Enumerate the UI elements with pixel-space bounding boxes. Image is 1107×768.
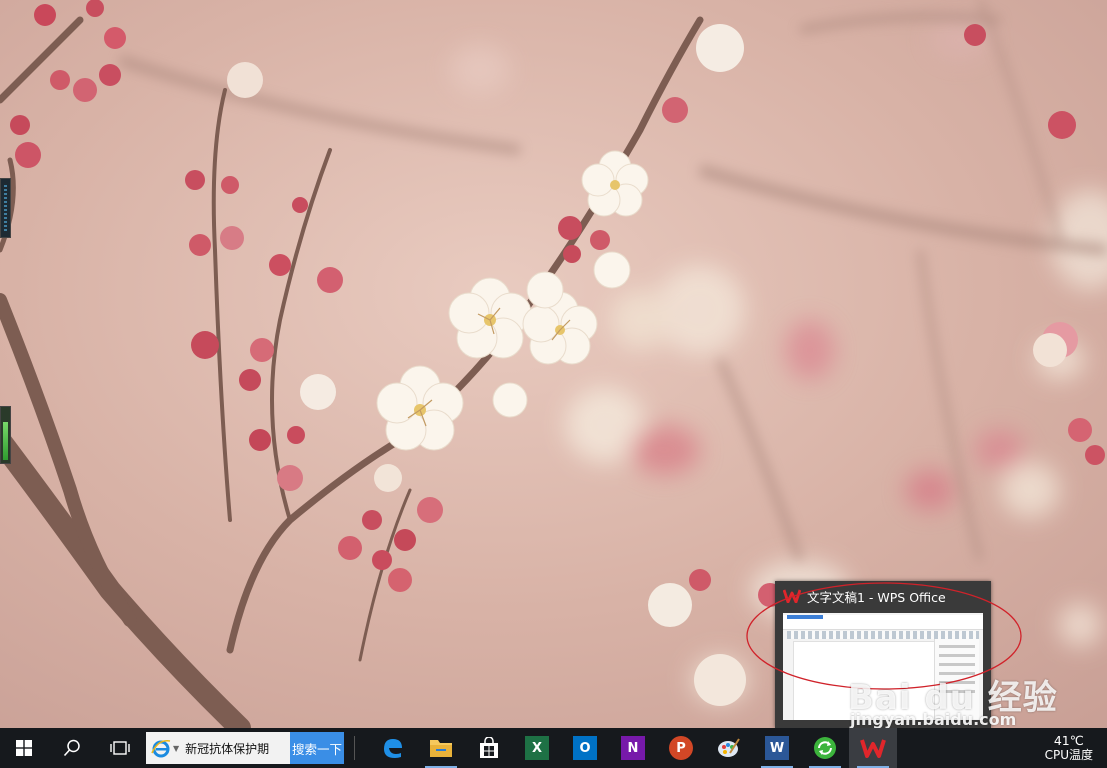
wps-icon [860, 739, 886, 758]
side-gadget-meter[interactable] [0, 178, 11, 238]
search-go-button[interactable]: 搜索一下 [290, 732, 344, 764]
taskbar: ▼ 搜索一下 X O N P [0, 728, 1107, 768]
taskbar-app-wps[interactable] [849, 728, 897, 768]
cpu-temperature-widget[interactable]: 41℃ CPU温度 [1045, 728, 1093, 768]
cpu-temperature-label: CPU温度 [1044, 748, 1093, 762]
side-gadget-level[interactable] [0, 406, 11, 464]
powerpoint-icon: P [669, 736, 693, 760]
taskbar-separator [354, 736, 355, 760]
search-icon [63, 739, 80, 757]
search-button[interactable] [48, 728, 96, 768]
task-view-icon [110, 741, 130, 755]
update-icon [814, 737, 836, 759]
taskbar-app-paint[interactable] [705, 728, 753, 768]
taskbar-app-store[interactable] [465, 728, 513, 768]
excel-icon: X [525, 736, 549, 760]
taskbar-app-word[interactable]: W [753, 728, 801, 768]
file-explorer-icon [430, 740, 452, 757]
onenote-icon: N [621, 736, 645, 760]
ie-icon[interactable] [150, 737, 172, 759]
taskbar-app-powerpoint[interactable]: P [657, 728, 705, 768]
baidu-watermark-url: jingyan.baidu.com [850, 710, 1017, 729]
taskbar-app-outlook[interactable]: O [561, 728, 609, 768]
wps-writer-icon [783, 589, 801, 603]
taskbar-app-onenote[interactable]: N [609, 728, 657, 768]
window-preview-header[interactable]: 文字文稿1 - WPS Office [775, 581, 991, 611]
browser-search-box: ▼ [146, 732, 290, 764]
windows-start-icon [16, 740, 32, 756]
task-view-button[interactable] [96, 728, 144, 768]
word-icon: W [765, 736, 789, 760]
store-icon [480, 737, 498, 758]
edge-icon [384, 739, 402, 758]
taskbar-app-edge[interactable] [369, 728, 417, 768]
taskbar-app-file-explorer[interactable] [417, 728, 465, 768]
taskbar-app-excel[interactable]: X [513, 728, 561, 768]
browser-search-input[interactable] [183, 740, 284, 756]
taskbar-app-update[interactable] [801, 728, 849, 768]
paint-icon [718, 738, 740, 757]
outlook-icon: O [573, 736, 597, 760]
start-button[interactable] [0, 728, 48, 768]
cpu-temperature-value: 41℃ [1053, 733, 1084, 748]
window-preview-title: 文字文稿1 - WPS Office [807, 589, 946, 605]
chevron-down-icon[interactable]: ▼ [173, 744, 179, 753]
